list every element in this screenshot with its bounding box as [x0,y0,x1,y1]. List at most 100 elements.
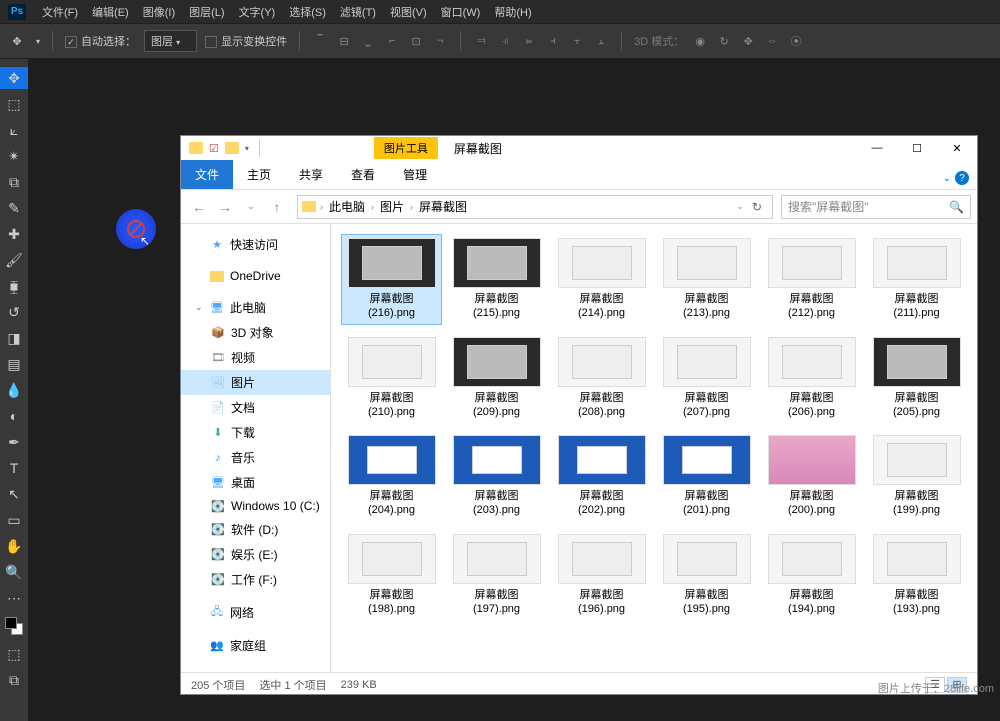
sidebar-e-drive[interactable]: 💽娱乐 (E:) [181,542,330,567]
marquee-tool[interactable]: ⬚ [0,93,28,115]
dodge-tool[interactable]: ◐ [0,405,28,427]
sidebar-f-drive[interactable]: 💽工作 (F:) [181,567,330,592]
file-item[interactable]: 屏幕截图 (206).png [761,333,862,424]
dist-top-icon[interactable]: ⫤ [473,33,489,49]
ribbon-file-tab[interactable]: 文件 [181,160,233,189]
ribbon-manage-tab[interactable]: 管理 [389,160,441,189]
file-item[interactable]: 屏幕截图 (201).png [656,431,757,522]
align-vcenter-icon[interactable]: ⊟ [336,33,352,49]
file-item[interactable]: 屏幕截图 (210).png [341,333,442,424]
sidebar-homegroup[interactable]: 👥家庭组 [181,633,330,658]
menu-type[interactable]: 文字(Y) [233,2,282,22]
quick-mask-tool[interactable]: ⬚ [0,643,28,665]
picture-tools-tab[interactable]: 图片工具 [374,137,438,159]
dist-left-icon[interactable]: ⫞ [545,33,561,49]
file-item[interactable]: 屏幕截图 (200).png [761,431,862,522]
file-item[interactable]: 屏幕截图 (209).png [446,333,547,424]
file-item[interactable]: 屏幕截图 (196).png [551,530,652,621]
ribbon-share-tab[interactable]: 共享 [285,160,337,189]
sidebar-quick-access[interactable]: ★快速访问 [181,232,330,257]
search-input[interactable]: 搜索"屏幕截图" 🔍 [781,195,971,219]
blur-tool[interactable]: 💧 [0,379,28,401]
pen-tool[interactable]: ✒ [0,431,28,453]
edit-toolbar[interactable]: ⋯ [0,587,28,609]
explorer-content[interactable]: 屏幕截图 (216).png屏幕截图 (215).png屏幕截图 (214).p… [331,224,977,672]
file-item[interactable]: 屏幕截图 (207).png [656,333,757,424]
sidebar-onedrive[interactable]: OneDrive [181,265,330,287]
file-item[interactable]: 屏幕截图 (197).png [446,530,547,621]
foreground-color[interactable] [5,617,17,629]
qat-checkbox-icon[interactable]: ☑ [209,142,219,155]
path-select-tool[interactable]: ↖ [0,483,28,505]
file-item[interactable]: 屏幕截图 (216).png [341,234,442,325]
maximize-button[interactable]: ☐ [897,136,937,160]
auto-select-target[interactable]: 图层 ▾ [144,30,197,52]
shape-tool[interactable]: ▭ [0,509,28,531]
sidebar-thispc[interactable]: ⌄🖥此电脑 [181,295,330,320]
up-button[interactable]: ↑ [265,195,289,219]
ribbon-view-tab[interactable]: 查看 [337,160,389,189]
crumb-thispc[interactable]: 此电脑 [325,196,369,217]
tool-dropdown-icon[interactable]: ▾ [36,37,40,46]
ribbon-expand-icon[interactable]: ⌄ [943,173,951,184]
move-tool[interactable]: ✥ [0,67,28,89]
wand-tool[interactable]: ✴ [0,145,28,167]
minimize-button[interactable]: — [857,136,897,160]
dist-right-icon[interactable]: ⫠ [593,33,609,49]
file-item[interactable]: 屏幕截图 (205).png [866,333,967,424]
file-item[interactable]: 屏幕截图 (195).png [656,530,757,621]
menu-file[interactable]: 文件(F) [36,2,84,22]
menu-window[interactable]: 窗口(W) [435,2,487,22]
file-item[interactable]: 屏幕截图 (214).png [551,234,652,325]
dist-hcenter-icon[interactable]: ⫟ [569,33,585,49]
dist-vcenter-icon[interactable]: ⫣ [497,33,513,49]
sidebar-d-drive[interactable]: 💽软件 (D:) [181,517,330,542]
screen-mode-tool[interactable]: ⧉ [0,669,28,691]
file-item[interactable]: 屏幕截图 (194).png [761,530,862,621]
dist-bottom-icon[interactable]: ⫢ [521,33,537,49]
hand-tool[interactable]: ✋ [0,535,28,557]
file-item[interactable]: 屏幕截图 (215).png [446,234,547,325]
align-right-icon[interactable]: ¬ [432,33,448,49]
file-item[interactable]: 屏幕截图 (211).png [866,234,967,325]
sidebar-videos[interactable]: 🎞视频 [181,345,330,370]
crumb-pictures[interactable]: 图片 [376,196,408,217]
heal-tool[interactable]: ✚ [0,223,28,245]
file-item[interactable]: 屏幕截图 (208).png [551,333,652,424]
sidebar-pictures[interactable]: 🖼图片 [181,370,330,395]
address-bar[interactable]: › 此电脑 › 图片 › 屏幕截图 ⌄ ↻ [297,195,773,219]
file-item[interactable]: 屏幕截图 (212).png [761,234,862,325]
recent-dropdown[interactable]: ⌄ [239,195,263,219]
color-swatch[interactable] [5,617,23,635]
file-item[interactable]: 屏幕截图 (193).png [866,530,967,621]
type-tool[interactable]: T [0,457,28,479]
sidebar-3d-objects[interactable]: 📦3D 对象 [181,320,330,345]
menu-select[interactable]: 选择(S) [283,2,332,22]
crumb-screenshots[interactable]: 屏幕截图 [415,196,471,217]
gradient-tool[interactable]: ▤ [0,353,28,375]
file-item[interactable]: 屏幕截图 (213).png [656,234,757,325]
ribbon-home-tab[interactable]: 主页 [233,160,285,189]
file-item[interactable]: 屏幕截图 (203).png [446,431,547,522]
stamp-tool[interactable]: ⧯ [0,275,28,297]
align-hcenter-icon[interactable]: ⊡ [408,33,424,49]
menu-image[interactable]: 图像(I) [137,2,181,22]
menu-view[interactable]: 视图(V) [384,2,433,22]
show-transform-checkbox[interactable]: 显示变换控件 [205,33,287,49]
file-item[interactable]: 屏幕截图 (204).png [341,431,442,522]
file-item[interactable]: 屏幕截图 (202).png [551,431,652,522]
breadcrumb-dropdown-icon[interactable]: ⌄ [736,201,744,212]
refresh-button[interactable]: ↻ [746,200,768,214]
sidebar-downloads[interactable]: ⬇下载 [181,420,330,445]
forward-button[interactable]: → [213,195,237,219]
align-bottom-icon[interactable]: ⎵ [360,33,376,49]
history-brush-tool[interactable]: ↺ [0,301,28,323]
explorer-titlebar[interactable]: ☑ ▾ 图片工具 屏幕截图 — ☐ ✕ [181,136,977,160]
align-top-icon[interactable]: ⎴ [312,33,328,49]
align-left-icon[interactable]: ⌐ [384,33,400,49]
menu-help[interactable]: 帮助(H) [488,2,537,22]
menu-layer[interactable]: 图层(L) [183,2,230,22]
crop-tool[interactable]: ⧉ [0,171,28,193]
file-item[interactable]: 屏幕截图 (198).png [341,530,442,621]
sidebar-c-drive[interactable]: 💽Windows 10 (C:) [181,495,330,517]
